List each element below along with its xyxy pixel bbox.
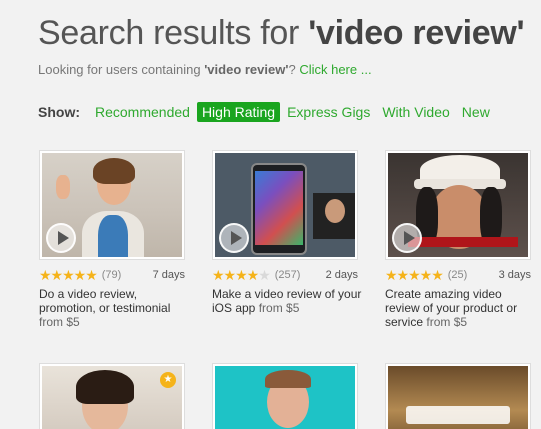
- gig-meta: ★★★★★ (25) 3 days: [385, 267, 531, 283]
- page-title: Search results for 'video review': [38, 14, 525, 53]
- gig-meta: ★★★★★ (257) 2 days: [212, 267, 358, 283]
- gig-card[interactable]: ★: [39, 363, 185, 429]
- top-rated-badge-icon: ★: [160, 372, 176, 388]
- title-query: 'video review': [308, 14, 525, 52]
- gig-description[interactable]: Create amazing video review of your prod…: [385, 287, 535, 329]
- gig-card[interactable]: ★★★★★ (257) 2 days Make a video review o…: [212, 150, 361, 335]
- gig-price: from $5: [39, 315, 80, 329]
- gig-card[interactable]: [385, 363, 531, 429]
- users-search-link[interactable]: Click here ...: [299, 62, 371, 77]
- gig-thumbnail[interactable]: [212, 363, 358, 429]
- gig-thumbnail[interactable]: [385, 150, 531, 260]
- gig-thumbnail[interactable]: [39, 150, 185, 260]
- delivery-days: 7 days: [152, 269, 185, 281]
- gig-description[interactable]: Do a video review, promotion, or testimo…: [39, 287, 189, 329]
- play-icon[interactable]: [392, 223, 422, 253]
- filter-new[interactable]: New: [457, 102, 495, 122]
- gig-title[interactable]: Do a video review, promotion, or testimo…: [39, 287, 170, 315]
- filter-high-rating[interactable]: High Rating: [196, 102, 281, 122]
- gig-thumbnail[interactable]: [212, 150, 358, 260]
- gig-image: [215, 366, 355, 429]
- gig-description[interactable]: Make a video review of your iOS app from…: [212, 287, 362, 315]
- gig-image: [388, 366, 528, 429]
- review-count: (257): [274, 269, 301, 281]
- star-rating-icon: ★★★★★: [212, 266, 271, 283]
- gig-thumbnail[interactable]: ★: [39, 363, 185, 429]
- title-prefix: Search results for: [38, 14, 309, 52]
- play-icon[interactable]: [219, 223, 249, 253]
- star-rating-icon: ★★★★★: [39, 266, 98, 283]
- gig-card[interactable]: ★★★★★ (25) 3 days Create amazing video r…: [385, 150, 531, 335]
- delivery-days: 3 days: [498, 269, 531, 281]
- gig-thumbnail[interactable]: [385, 363, 531, 429]
- show-label: Show:: [38, 104, 80, 120]
- filter-bar: Show: Recommended High Rating Express Gi…: [38, 101, 497, 123]
- subtitle-query: 'video review': [204, 62, 289, 77]
- gig-card[interactable]: ★★★★★ (79) 7 days Do a video review, pro…: [39, 150, 185, 335]
- review-count: (79): [101, 269, 122, 281]
- star-rating-icon: ★★★★★: [385, 266, 444, 283]
- filter-with-video[interactable]: With Video: [377, 102, 454, 122]
- filter-recommended[interactable]: Recommended: [90, 102, 195, 122]
- subtitle-q-mark: ?: [288, 62, 296, 77]
- gig-meta: ★★★★★ (79) 7 days: [39, 267, 185, 283]
- gig-price: from $5: [426, 315, 468, 329]
- play-icon[interactable]: [46, 223, 76, 253]
- subtitle-prefix: Looking for users containing: [38, 62, 205, 77]
- search-subtitle: Looking for users containing 'video revi…: [38, 62, 372, 77]
- gig-price: from $5: [258, 301, 300, 315]
- delivery-days: 2 days: [325, 269, 358, 281]
- filter-express-gigs[interactable]: Express Gigs: [282, 102, 375, 122]
- gig-card[interactable]: [212, 363, 358, 429]
- review-count: (25): [447, 269, 468, 281]
